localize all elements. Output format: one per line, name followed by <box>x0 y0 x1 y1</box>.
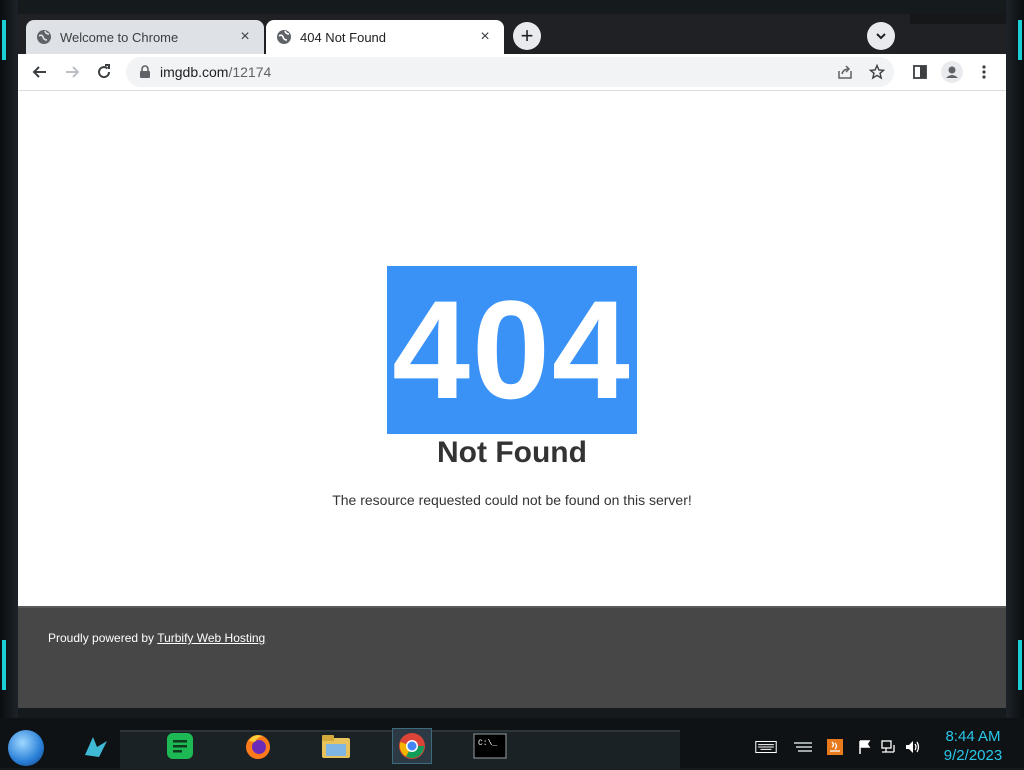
java-icon[interactable] <box>824 738 846 756</box>
close-tab-icon[interactable]: × <box>476 28 494 46</box>
tab-title: Welcome to Chrome <box>60 29 179 45</box>
avatar-icon <box>941 61 963 83</box>
taskbar-app-terminal[interactable]: C:\_ <box>470 728 510 764</box>
frame-accent <box>1018 20 1022 60</box>
volume-icon[interactable] <box>902 738 924 756</box>
forward-button[interactable] <box>58 58 86 86</box>
taskbar-app-explorer[interactable] <box>316 728 356 764</box>
reload-button[interactable] <box>90 58 118 86</box>
back-button[interactable] <box>26 58 54 86</box>
tab-404[interactable]: 404 Not Found × <box>266 20 504 54</box>
url-path: /12174 <box>228 64 272 80</box>
tab-search-button[interactable] <box>867 22 895 50</box>
browser-window: Welcome to Chrome × 404 Not Found × + im… <box>18 14 1006 708</box>
footer-prefix: Proudly powered by <box>48 631 158 645</box>
frame-accent <box>2 640 6 690</box>
share-button[interactable] <box>834 61 856 83</box>
taskbar-app-chrome[interactable] <box>392 728 432 764</box>
lock-icon <box>140 65 150 78</box>
wallpaper-frame-left <box>0 0 18 718</box>
share-icon <box>838 65 852 79</box>
system-clock[interactable]: 8:44 AM 9/2/2023 <box>928 727 1018 765</box>
address-bar[interactable]: imgdb.com/12174 <box>126 57 894 87</box>
shark-icon[interactable] <box>76 728 116 764</box>
taskbar-app-notes[interactable] <box>160 728 200 764</box>
clock-date: 9/2/2023 <box>943 747 1003 764</box>
tab-welcome[interactable]: Welcome to Chrome × <box>26 20 264 54</box>
wallpaper-frame-right <box>1006 0 1024 718</box>
reload-icon <box>98 64 111 79</box>
url-domain: imgdb.com <box>160 64 229 80</box>
footer-link[interactable]: Turbify Web Hosting <box>157 631 265 645</box>
bookmark-button[interactable] <box>866 61 888 83</box>
close-tab-icon[interactable]: × <box>236 28 254 46</box>
profile-button[interactable] <box>938 58 966 86</box>
menu-button[interactable] <box>970 58 998 86</box>
error-title: Not Found <box>437 436 587 469</box>
clock-time: 8:44 AM <box>945 728 1001 745</box>
network-icon[interactable] <box>878 738 900 756</box>
footer-text: Proudly powered by Turbify Web Hosting <box>48 631 265 645</box>
side-panel-icon <box>913 65 927 79</box>
frame-accent <box>1018 640 1022 690</box>
folder-icon <box>322 735 350 758</box>
error-code: 404 <box>387 266 637 434</box>
more-vert-icon <box>982 65 986 79</box>
taskbar-app-firefox[interactable] <box>238 728 278 764</box>
chevron-down-icon <box>876 33 886 40</box>
terminal-icon: C:\_ <box>473 733 507 759</box>
start-button[interactable] <box>8 730 44 766</box>
window-titlebar-deco <box>910 14 1006 24</box>
shark-logo-icon <box>85 737 107 757</box>
page-content: 404 Not Found The resource requested cou… <box>18 91 1006 606</box>
side-panel-button[interactable] <box>906 58 934 86</box>
svg-text:C:\_: C:\_ <box>478 739 497 748</box>
globe-icon <box>37 30 51 44</box>
notes-app-icon <box>167 733 193 759</box>
keyboard-icon[interactable] <box>755 738 777 756</box>
star-icon <box>869 64 885 80</box>
globe-icon <box>277 30 291 44</box>
arrow-right-icon <box>66 66 80 78</box>
new-tab-button[interactable]: + <box>513 22 541 50</box>
tab-strip: Welcome to Chrome × 404 Not Found × + <box>18 14 1006 54</box>
chrome-icon <box>399 733 425 759</box>
url-text: imgdb.com/12174 <box>160 64 271 80</box>
tray-stack-icon[interactable] <box>792 738 814 756</box>
frame-accent <box>2 20 6 60</box>
flag-icon[interactable] <box>854 738 876 756</box>
firefox-icon <box>246 735 270 759</box>
page-footer: Proudly powered by Turbify Web Hosting <box>18 606 1006 708</box>
error-message: The resource requested could not be foun… <box>332 492 692 508</box>
tab-title: 404 Not Found <box>300 29 387 45</box>
browser-toolbar: imgdb.com/12174 <box>18 54 1006 91</box>
arrow-left-icon <box>32 66 46 78</box>
